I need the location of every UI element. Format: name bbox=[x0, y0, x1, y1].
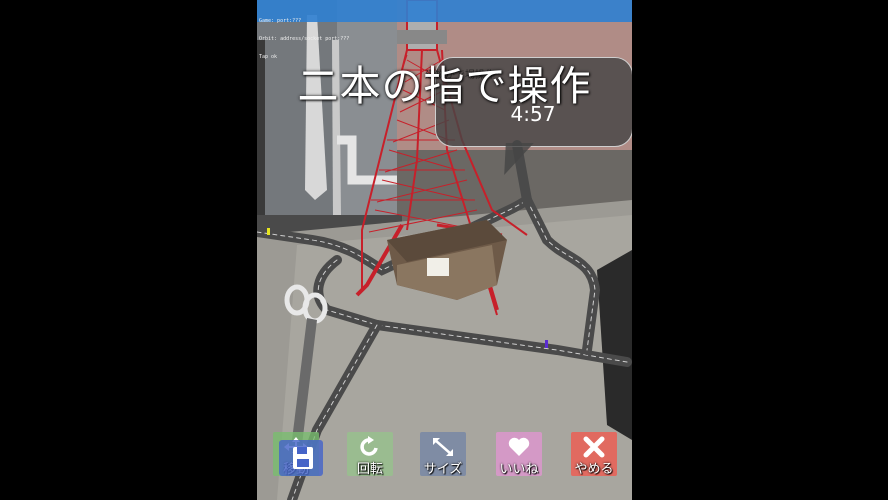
ar-camera-view[interactable]: Game: port:??? Orbit: address/socket por… bbox=[257, 0, 632, 500]
countdown-timer: 4:57 bbox=[510, 102, 556, 126]
like-button[interactable]: いいね bbox=[496, 432, 542, 477]
quit-button[interactable]: やめる bbox=[571, 432, 617, 477]
rotate-icon bbox=[347, 434, 393, 460]
close-x-icon bbox=[571, 434, 617, 460]
like-label: いいね bbox=[499, 462, 539, 477]
quit-label: やめる bbox=[574, 462, 614, 477]
debug-line: Orbit: address/socket port:??? bbox=[259, 36, 350, 42]
person-figure bbox=[545, 340, 548, 348]
floppy-disk-icon bbox=[293, 447, 313, 469]
size-label: サイズ bbox=[423, 462, 463, 477]
save-button[interactable] bbox=[279, 440, 323, 476]
heart-icon bbox=[496, 434, 542, 460]
rotate-label: 回転 bbox=[356, 462, 383, 477]
size-button[interactable]: サイズ bbox=[420, 432, 466, 477]
rotate-button[interactable]: 回転 bbox=[347, 432, 393, 477]
debug-line: Game: port:??? bbox=[259, 18, 302, 24]
resize-diagonal-icon bbox=[420, 434, 466, 460]
person-figure bbox=[267, 228, 270, 235]
